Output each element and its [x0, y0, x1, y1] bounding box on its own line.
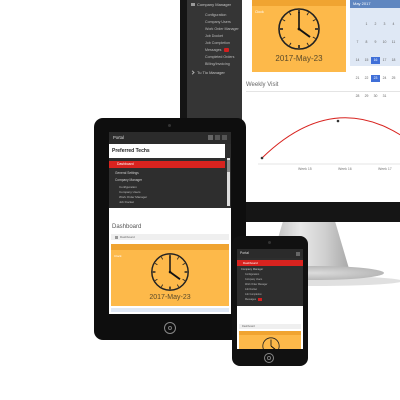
analog-clock [151, 253, 189, 291]
nav-subitem[interactable]: Configuration [245, 273, 259, 277]
nav-menu-heading: Preferred Techs [109, 144, 225, 158]
sidebar-subitem[interactable]: Work Order Manager [205, 26, 239, 32]
nav-subitem[interactable]: Job Completion [245, 293, 262, 297]
clock-widget: Clock 2017-May-23 [252, 0, 346, 72]
calendar-day[interactable]: 15 [362, 57, 371, 64]
divider [246, 91, 400, 92]
calendar-day[interactable]: 11 [389, 39, 398, 46]
home-button-ring [267, 356, 271, 360]
nav-item-dashboard[interactable]: Dashboard [237, 260, 303, 266]
clock-widget: Clock 2017-May-23 [111, 244, 229, 306]
calendar-day[interactable]: 10 [380, 39, 389, 46]
weekly-visit-chart: Week 15 Week 16 Week 17 [258, 117, 400, 171]
brand-label: Portal [240, 251, 249, 255]
x-tick-label: Week 16 [338, 167, 352, 171]
calendar-day[interactable]: 24 [380, 75, 389, 82]
clock-date: 2017-May-23 [275, 54, 323, 63]
data-point [260, 156, 264, 160]
menu-icon[interactable] [296, 251, 300, 256]
analog-clock [262, 337, 280, 349]
home-button-ring [167, 325, 172, 330]
calendar-day[interactable]: 22 [362, 75, 371, 82]
notification-badge [257, 298, 262, 301]
page-title: Dashboard [112, 224, 142, 230]
calendar-widget: May 2017 1234567891011121314151617181920… [350, 0, 400, 98]
x-tick-label: Week 17 [378, 167, 392, 171]
weekly-visit-title: Weekly Visit [246, 82, 279, 88]
settings-icon[interactable] [215, 135, 220, 140]
x-tick-label: Week 15 [298, 167, 312, 171]
tablet-screen: Portal Preferred Techs Dashboard General… [109, 132, 231, 314]
calendar-day[interactable]: 3 [380, 21, 389, 28]
nav-item-dashboard[interactable]: Dashboard [109, 161, 225, 168]
tablet-home-button[interactable] [164, 322, 176, 334]
calendar-header: May 2017 [350, 0, 400, 8]
phone-nav-menu: Dashboard Company Manager Configuration … [237, 258, 303, 306]
monitor-main-content: Clock 2017-May-23 May 2017 1234567891011… [242, 0, 400, 202]
calendar-day[interactable]: 18 [389, 57, 398, 64]
phone-screen: Portal Dashboard Company Manager Configu… [237, 249, 303, 349]
nav-item[interactable]: Company Manager [241, 267, 263, 272]
camera-dot [268, 241, 271, 244]
menu-icon[interactable] [222, 135, 227, 140]
data-point [336, 119, 340, 123]
sidebar-subitem[interactable]: Job Completion [205, 40, 230, 46]
brand-label: Portal [113, 135, 124, 140]
sidebar-subitem[interactable]: Configuration [205, 12, 226, 18]
sidebar-subitem[interactable]: Completed Orders [205, 54, 234, 60]
nav-subitem[interactable]: Work Order Manager [245, 283, 267, 287]
analog-clock [278, 8, 320, 50]
clock-date: 2017-May-23 [149, 294, 191, 301]
sidebar-item-tu-tio-manager[interactable]: Tu Tio Manager [190, 70, 225, 76]
scrollbar-thumb[interactable] [227, 160, 230, 172]
notification-badge [224, 48, 230, 53]
calendar-day[interactable]: 16 [371, 57, 380, 64]
device-showcase: Company Manager Configuration Company Us… [0, 0, 400, 400]
calendar-grid: 1234567891011121314151617181920212223242… [353, 12, 400, 102]
phone-frame: Portal Dashboard Company Manager Configu… [232, 236, 308, 366]
series-line [261, 117, 400, 159]
calendar-day[interactable]: 9 [371, 39, 380, 46]
calendar-day[interactable]: 4 [389, 21, 398, 28]
nav-item[interactable]: Company Manager [115, 177, 142, 183]
nav-item[interactable]: General Settings [115, 170, 139, 176]
tablet-nav-menu: Preferred Techs Dashboard General Settin… [109, 144, 231, 208]
phone-topbar: Portal [237, 249, 303, 258]
calendar-day[interactable]: 14 [353, 57, 362, 64]
calendar-strip [111, 308, 229, 312]
nav-subitem[interactable]: Job Docket [119, 200, 134, 205]
breadcrumb: Dashboard [111, 234, 229, 240]
calendar-day [353, 18, 362, 25]
chevron-right-icon [190, 70, 195, 75]
user-icon[interactable] [208, 135, 213, 140]
calendar-day[interactable]: 17 [380, 57, 389, 64]
sidebar-subitem[interactable]: Company Users [205, 19, 231, 25]
nav-subitem[interactable]: Job Docket [245, 288, 257, 292]
tablet-topbar: Portal [109, 132, 231, 144]
calendar-day[interactable]: 1 [362, 21, 371, 28]
sidebar-subitem[interactable]: Billing/Invoicing [205, 61, 230, 67]
folder-icon [191, 3, 195, 7]
calendar-day[interactable]: 2 [371, 21, 380, 28]
sidebar-subitem-messages[interactable]: Messages [205, 47, 230, 53]
phone-home-button[interactable] [264, 353, 274, 363]
calendar-day[interactable]: 8 [362, 39, 371, 46]
calendar-day[interactable]: 7 [353, 39, 362, 46]
home-icon [115, 235, 118, 239]
sidebar-item-company-manager[interactable]: Company Manager [191, 2, 231, 8]
calendar-day[interactable]: 21 [353, 75, 362, 82]
calendar-day[interactable]: 23 [371, 75, 380, 82]
nav-subitem[interactable]: Company Users [245, 278, 262, 282]
sidebar-subitem[interactable]: Job Docket [205, 33, 223, 39]
clock-widget-header: Clock [252, 0, 346, 14]
nav-subitem-messages[interactable]: Messages [245, 298, 262, 302]
camera-dot [168, 124, 171, 127]
tablet-frame: Portal Preferred Techs Dashboard General… [94, 118, 246, 340]
breadcrumb: Dashboard [239, 324, 301, 329]
clock-widget-header: Clock [111, 244, 229, 258]
clock-widget-header [239, 331, 301, 335]
clock-widget [239, 331, 301, 349]
calendar-day[interactable]: 25 [389, 75, 398, 82]
